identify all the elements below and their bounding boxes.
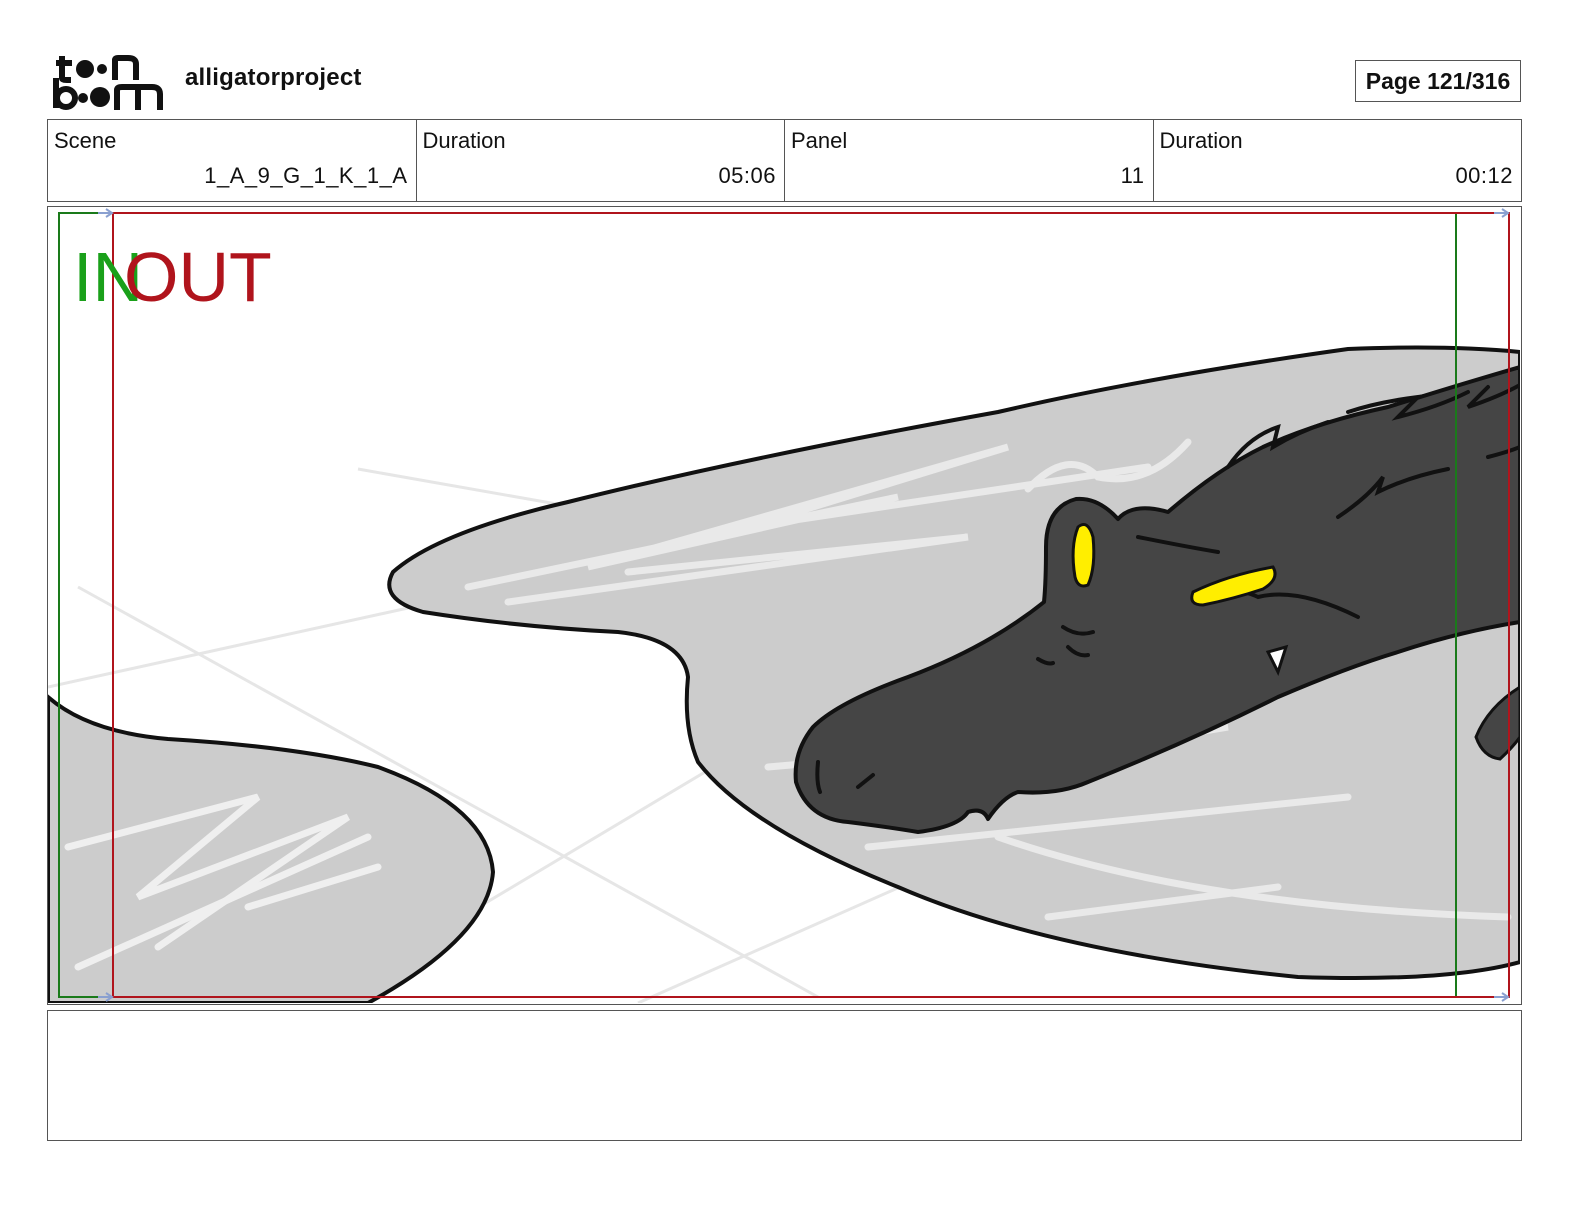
scene-duration-cell: Duration 05:06 xyxy=(417,120,785,201)
project-name: alligatorproject xyxy=(185,64,362,91)
scene-cell: Scene 1_A_9_G_1_K_1_A xyxy=(48,120,417,201)
panel-notes-box[interactable] xyxy=(47,1010,1522,1141)
page-indicator: Page 121/316 xyxy=(1355,60,1521,102)
out-marker: OUT xyxy=(124,238,272,316)
panel-duration-label: Duration xyxy=(1159,128,1243,153)
panel-duration-value: 00:12 xyxy=(1455,163,1513,188)
scene-label: Scene xyxy=(54,128,117,153)
toon-boom-logo xyxy=(53,55,163,110)
scene-value: 1_A_9_G_1_K_1_A xyxy=(204,163,408,188)
scene-info-table: Scene 1_A_9_G_1_K_1_A Duration 05:06 Pan… xyxy=(47,119,1522,202)
panel-label: Panel xyxy=(791,128,848,153)
panel-value: 11 xyxy=(1120,163,1145,188)
panel-duration-cell: Duration 00:12 xyxy=(1154,120,1522,201)
storyboard-panel: IN OUT xyxy=(47,206,1522,1005)
alligator-eye-left xyxy=(1071,523,1096,588)
panel-drawing: IN OUT xyxy=(48,208,1520,1003)
panel-cell: Panel 11 xyxy=(785,120,1154,201)
scene-duration-value: 05:06 xyxy=(718,163,776,188)
scene-duration-label: Duration xyxy=(422,128,506,153)
